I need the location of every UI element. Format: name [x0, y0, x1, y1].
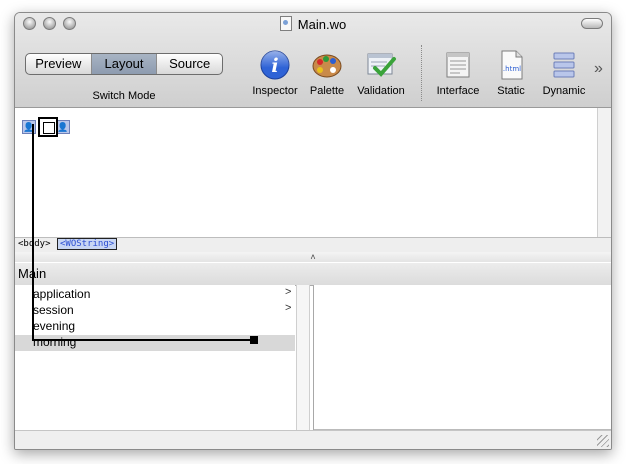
selected-element-box[interactable] [38, 117, 58, 137]
list-item[interactable]: session > [15, 302, 295, 319]
binding-connector-horizontal [32, 339, 254, 341]
window-title: Main.wo [15, 16, 611, 32]
bottom-bar [15, 430, 611, 449]
toolbar-area: Main.wo Preview Layout Source Switch Mod… [15, 13, 611, 108]
switch-mode-label: Switch Mode [92, 90, 156, 102]
wostring-glyph-end[interactable]: 👤 [56, 120, 70, 134]
svg-text:i: i [271, 55, 278, 77]
layout-canvas[interactable]: 👤 👤 [15, 108, 597, 237]
browser-second-column[interactable] [313, 285, 611, 430]
dynamic-button[interactable]: Dynamic [539, 49, 589, 97]
toolbar-overflow-chevron[interactable]: » [594, 60, 603, 78]
palette-icon [311, 49, 343, 81]
toolbar-separator [421, 45, 423, 101]
toolbar-toggle-button[interactable] [581, 18, 603, 29]
dynamic-icon [548, 49, 580, 81]
main-window: Main.wo Preview Layout Source Switch Mod… [14, 12, 612, 450]
layout-mode-button[interactable]: Layout [91, 54, 158, 74]
browser-header: Main [15, 263, 611, 286]
chevron-right-icon: > [285, 286, 292, 298]
body-tag[interactable]: <body> [18, 239, 51, 249]
pane-splitter[interactable]: ˄ [15, 252, 611, 262]
list-item[interactable]: application > [15, 286, 295, 303]
info-icon: i [259, 49, 291, 81]
chevron-right-icon: > [285, 302, 292, 314]
binding-connector-handle[interactable] [250, 336, 258, 344]
preview-mode-button[interactable]: Preview [26, 54, 92, 74]
wostring-tag[interactable]: <WOString> [57, 238, 118, 250]
canvas-scrollbar[interactable] [597, 108, 611, 237]
html-file-icon: .html [495, 49, 527, 81]
validation-icon [365, 49, 397, 81]
static-button[interactable]: .html Static [493, 49, 529, 97]
resize-grip-icon[interactable] [597, 435, 609, 447]
inspector-button[interactable]: i Inspector [247, 49, 303, 97]
validation-button[interactable]: Validation [353, 49, 409, 97]
document-icon [279, 16, 292, 31]
keys-browser-column: application > session > evening morning [15, 285, 295, 430]
palette-button[interactable]: Palette [306, 49, 348, 97]
browser-scrollbar[interactable] [296, 285, 310, 430]
source-mode-button[interactable]: Source [157, 54, 222, 74]
list-item[interactable]: evening [15, 319, 295, 335]
title-bar: Main.wo [15, 13, 611, 35]
svg-text:.html: .html [503, 65, 521, 73]
element-path-bar: <body> <WOString> [15, 237, 611, 253]
interface-button[interactable]: Interface [433, 49, 483, 97]
mode-switch: Preview Layout Source [25, 53, 223, 75]
interface-icon [442, 49, 474, 81]
binding-connector-vertical [32, 124, 34, 340]
